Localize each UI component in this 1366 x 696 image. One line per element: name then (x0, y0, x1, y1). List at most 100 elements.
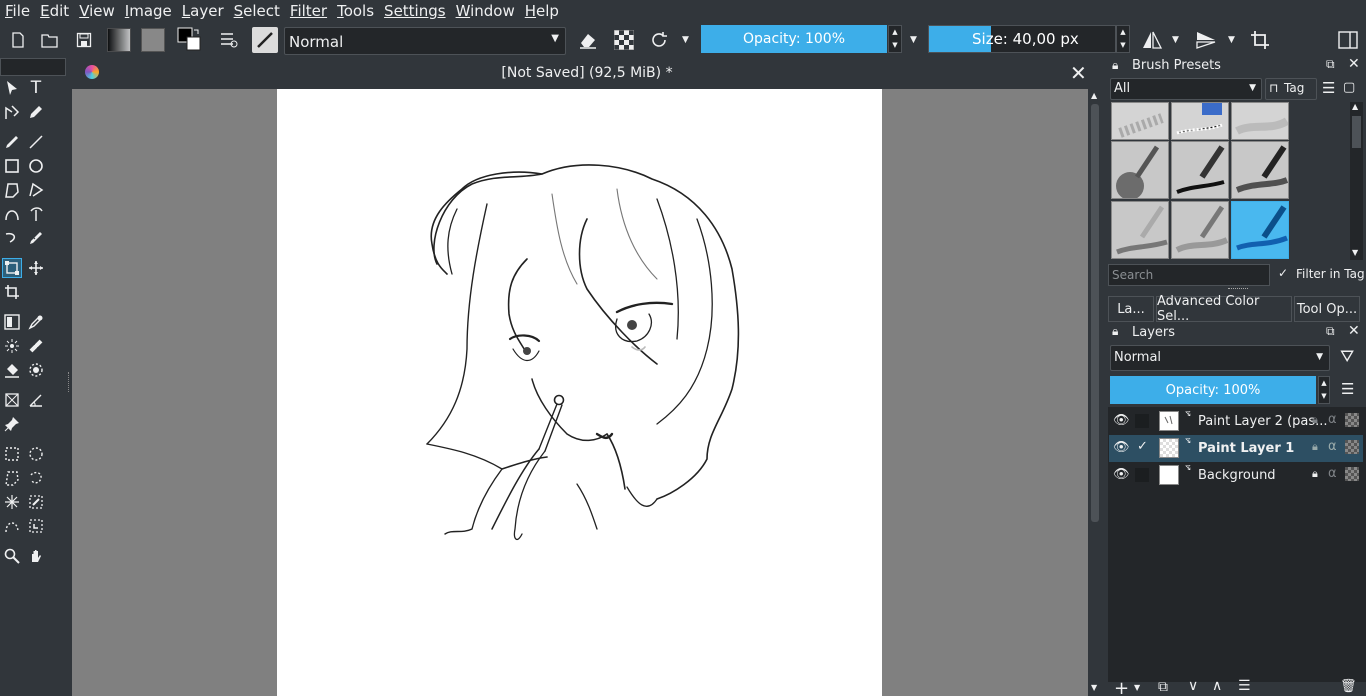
wrap-around-icon[interactable] (1248, 28, 1272, 52)
brush-presets-scrollbar[interactable]: ▲ ▼ (1350, 102, 1363, 260)
reload-preset-icon[interactable] (647, 28, 671, 52)
multibrush-tool-icon[interactable] (26, 228, 46, 248)
float-docker-icon[interactable]: ⧉ (1326, 57, 1335, 72)
filter-in-tag-checkbox[interactable]: ✓ (1278, 266, 1288, 280)
layer-properties-icon[interactable]: ☰ (1238, 678, 1251, 694)
select-shapes-tool-icon[interactable] (2, 78, 22, 98)
menu-filter[interactable]: Filter (285, 0, 332, 22)
workspace-icon[interactable] (1336, 28, 1360, 52)
measure-tool-icon[interactable] (26, 390, 46, 410)
canvas-vertical-scrollbar[interactable]: ▲ ▼ (1088, 89, 1102, 696)
brush-preset-thumb[interactable] (1111, 102, 1169, 140)
contiguous-selection-tool-icon[interactable] (2, 492, 22, 512)
scrollbar-thumb[interactable] (1352, 116, 1361, 148)
fill-tool-icon[interactable] (2, 360, 22, 380)
gradient-tool-icon[interactable] (2, 312, 22, 332)
color-picker-tool-icon[interactable] (26, 312, 46, 332)
eye-icon[interactable]: 👁︎ (1113, 467, 1130, 482)
pattern-preset-icon[interactable] (141, 28, 165, 52)
freehand-brush-tool-icon[interactable] (2, 132, 22, 152)
open-document-icon[interactable] (38, 28, 62, 52)
lock-icon[interactable]: 🔒︎ (1312, 467, 1318, 481)
brush-tag-filter-dropdown[interactable]: All ▼ (1110, 78, 1262, 100)
scrollbar-thumb[interactable] (1091, 104, 1099, 522)
bezier-tool-icon[interactable] (2, 204, 22, 224)
opacity-slider[interactable]: Opacity: 100% (701, 25, 887, 53)
brush-presets-menu-icon[interactable]: ☰ (1322, 79, 1335, 97)
brush-preset-thumb[interactable] (1171, 201, 1229, 259)
eye-icon[interactable]: 👁︎ (1113, 440, 1130, 455)
layer-row[interactable]: 👁︎ ⦪ Background 🔒︎ α (1109, 462, 1363, 489)
float-docker-icon[interactable]: ⧉ (1326, 324, 1335, 339)
layer-row-active[interactable]: 👁︎ ✓ ⦪ Paint Layer 1 🔒︎ α (1109, 435, 1363, 462)
alpha-lock-icon[interactable]: α (1328, 466, 1337, 481)
menu-tools[interactable]: Tools (332, 0, 379, 22)
duplicate-layer-icon[interactable]: ⧉ (1158, 679, 1168, 695)
menu-settings[interactable]: Settings (379, 0, 451, 22)
tab-layers[interactable]: La... (1108, 296, 1154, 322)
lock-icon[interactable]: 🔒︎ (1112, 58, 1118, 73)
lock-icon[interactable]: 🔒︎ (1112, 324, 1118, 339)
size-slider[interactable]: Size: 40,00 px (928, 25, 1116, 53)
line-tool-icon[interactable] (26, 132, 46, 152)
dynamic-brush-tool-icon[interactable] (2, 228, 22, 248)
freehand-path-tool-icon[interactable] (26, 204, 46, 224)
menu-image[interactable]: Image (120, 0, 177, 22)
toolbox-splitter[interactable] (68, 372, 70, 392)
scroll-up-icon[interactable]: ▲ (1352, 102, 1358, 111)
layer-checkbox[interactable]: ✓ (1137, 439, 1148, 454)
rectangular-selection-tool-icon[interactable] (2, 444, 22, 464)
menu-layer[interactable]: Layer (177, 0, 229, 22)
menu-window[interactable]: Window (451, 0, 520, 22)
inherit-alpha-icon[interactable] (1345, 467, 1359, 481)
blend-mode-dropdown[interactable]: Normal ▼ (284, 27, 566, 55)
transform-tool-icon[interactable] (2, 258, 22, 278)
opacity-dropdown-icon[interactable]: ▼ (910, 35, 917, 45)
tab-tool-options[interactable]: Tool Op... (1294, 296, 1360, 322)
docker-splitter[interactable] (1228, 288, 1248, 291)
mirror-v-dropdown-icon[interactable]: ▼ (1228, 35, 1235, 45)
brush-preset-thumb[interactable] (1171, 141, 1229, 199)
layer-row[interactable]: 👁︎ ⦪ Paint Layer 2 (pas... 🔒︎ α (1109, 408, 1363, 435)
pan-tool-icon[interactable] (26, 546, 46, 566)
inherit-alpha-icon[interactable] (1345, 440, 1359, 454)
mirror-vertical-icon[interactable] (1194, 28, 1218, 52)
filter-icon[interactable]: ⛛ (1340, 347, 1354, 367)
brush-preset-thumb[interactable] (1171, 102, 1229, 140)
lock-icon[interactable]: 🔒︎ (1312, 440, 1318, 454)
brush-preset-thumb[interactable] (1231, 141, 1289, 199)
elliptical-selection-tool-icon[interactable] (26, 444, 46, 464)
brush-preset-thumb[interactable] (1231, 102, 1289, 140)
close-document-icon[interactable]: ✕ (1070, 61, 1087, 85)
size-spinner[interactable]: ▲ ▼ (1116, 25, 1130, 53)
brush-preset-thumb[interactable] (1111, 141, 1169, 199)
alpha-lock-icon[interactable]: α (1328, 439, 1337, 454)
fg-bg-color-icon[interactable] (177, 27, 201, 52)
close-docker-icon[interactable]: ✕ (1348, 56, 1360, 72)
freehand-selection-tool-icon[interactable] (26, 468, 46, 488)
save-icon[interactable] (72, 28, 96, 52)
brush-presets-view-icon[interactable]: ▢ (1343, 80, 1355, 95)
smart-patch-tool-icon[interactable] (26, 336, 46, 356)
brush-settings-icon[interactable] (217, 28, 241, 52)
move-layer-up-icon[interactable]: ∧ (1212, 678, 1222, 694)
preserve-alpha-icon[interactable] (612, 28, 636, 52)
calligraphy-tool-icon[interactable] (26, 102, 46, 122)
menu-edit[interactable]: Edit (35, 0, 74, 22)
scroll-down-icon[interactable]: ▼ (1091, 683, 1097, 692)
reference-images-tool-icon[interactable] (2, 414, 22, 434)
similar-color-selection-tool-icon[interactable] (26, 492, 46, 512)
inherit-alpha-icon[interactable] (1345, 413, 1359, 427)
mirror-horizontal-icon[interactable] (1140, 28, 1164, 52)
close-docker-icon[interactable]: ✕ (1348, 323, 1360, 339)
ellipse-tool-icon[interactable] (26, 156, 46, 176)
layers-menu-icon[interactable]: ☰ (1341, 380, 1354, 398)
menu-view[interactable]: View (74, 0, 120, 22)
opacity-spinner[interactable]: ▲ ▼ (888, 25, 902, 53)
magnetic-selection-tool-icon[interactable] (26, 516, 46, 536)
rectangle-tool-icon[interactable] (2, 156, 22, 176)
gradient-preset-icon[interactable] (107, 28, 131, 52)
add-layer-icon[interactable]: + (1114, 678, 1129, 696)
lock-icon[interactable]: 🔒︎ (1312, 413, 1318, 427)
move-layer-down-icon[interactable]: ∨ (1188, 678, 1198, 694)
